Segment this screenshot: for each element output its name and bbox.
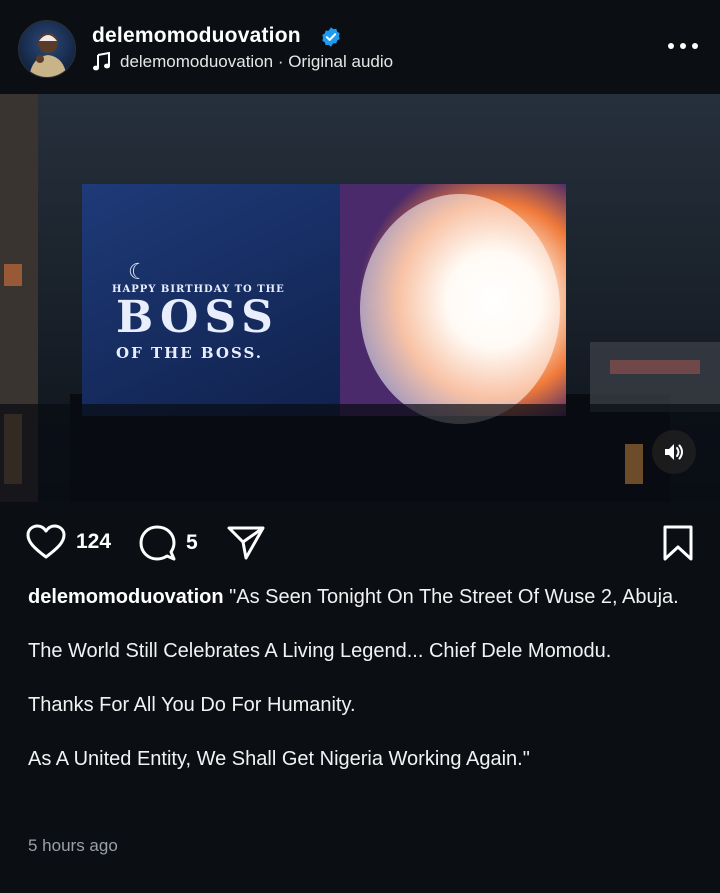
like-count: 124 <box>76 530 112 553</box>
video-frame <box>0 94 720 502</box>
billboard-line-2: BOSS <box>116 292 279 343</box>
sound-toggle-button[interactable] <box>652 430 696 474</box>
more-options-icon[interactable] <box>668 34 698 58</box>
post-caption: delemomoduovation "As Seen Tonight On Th… <box>28 584 688 772</box>
comment-count: 5 <box>186 531 198 554</box>
caption-paragraph-1: delemomoduovation "As Seen Tonight On Th… <box>28 584 688 610</box>
like-action[interactable]: 124 <box>26 524 111 560</box>
verified-badge-icon <box>322 27 340 47</box>
audio-label: delemomoduovation · Original audio <box>120 52 394 71</box>
comment-action[interactable]: 5 <box>138 524 198 562</box>
bookmark-icon[interactable] <box>662 524 694 562</box>
share-icon[interactable] <box>226 524 266 562</box>
speaker-icon <box>665 444 683 460</box>
share-action[interactable] <box>226 524 266 562</box>
caption-text-1: "As Seen Tonight On The Street Of Wuse 2… <box>229 586 679 608</box>
post-username[interactable]: delemomoduovation <box>92 24 301 48</box>
heart-icon[interactable] <box>26 524 66 560</box>
save-action[interactable] <box>662 524 694 562</box>
moon-icon: ☾ <box>128 260 148 285</box>
profile-avatar[interactable] <box>18 20 76 78</box>
post-video[interactable]: ☾ HAPPY BIRTHDAY TO THE BOSS OF THE BOSS… <box>0 94 720 502</box>
post-actions: 124 5 <box>0 502 720 586</box>
post-timestamp: 5 hours ago <box>28 836 118 855</box>
audio-link[interactable]: delemomoduovation · Original audio <box>92 52 393 72</box>
caption-username[interactable]: delemomoduovation <box>28 586 224 608</box>
post-header: delemomoduovation delemomoduovation · Or… <box>0 0 720 94</box>
caption-paragraph-4: As A United Entity, We Shall Get Nigeria… <box>28 748 530 770</box>
music-note-icon <box>93 52 110 71</box>
caption-paragraph-2: The World Still Celebrates A Living Lege… <box>28 640 612 662</box>
billboard-line-3: OF THE BOSS. <box>116 344 263 362</box>
caption-paragraph-3: Thanks For All You Do For Humanity. <box>28 694 356 716</box>
comment-icon[interactable] <box>138 524 176 562</box>
